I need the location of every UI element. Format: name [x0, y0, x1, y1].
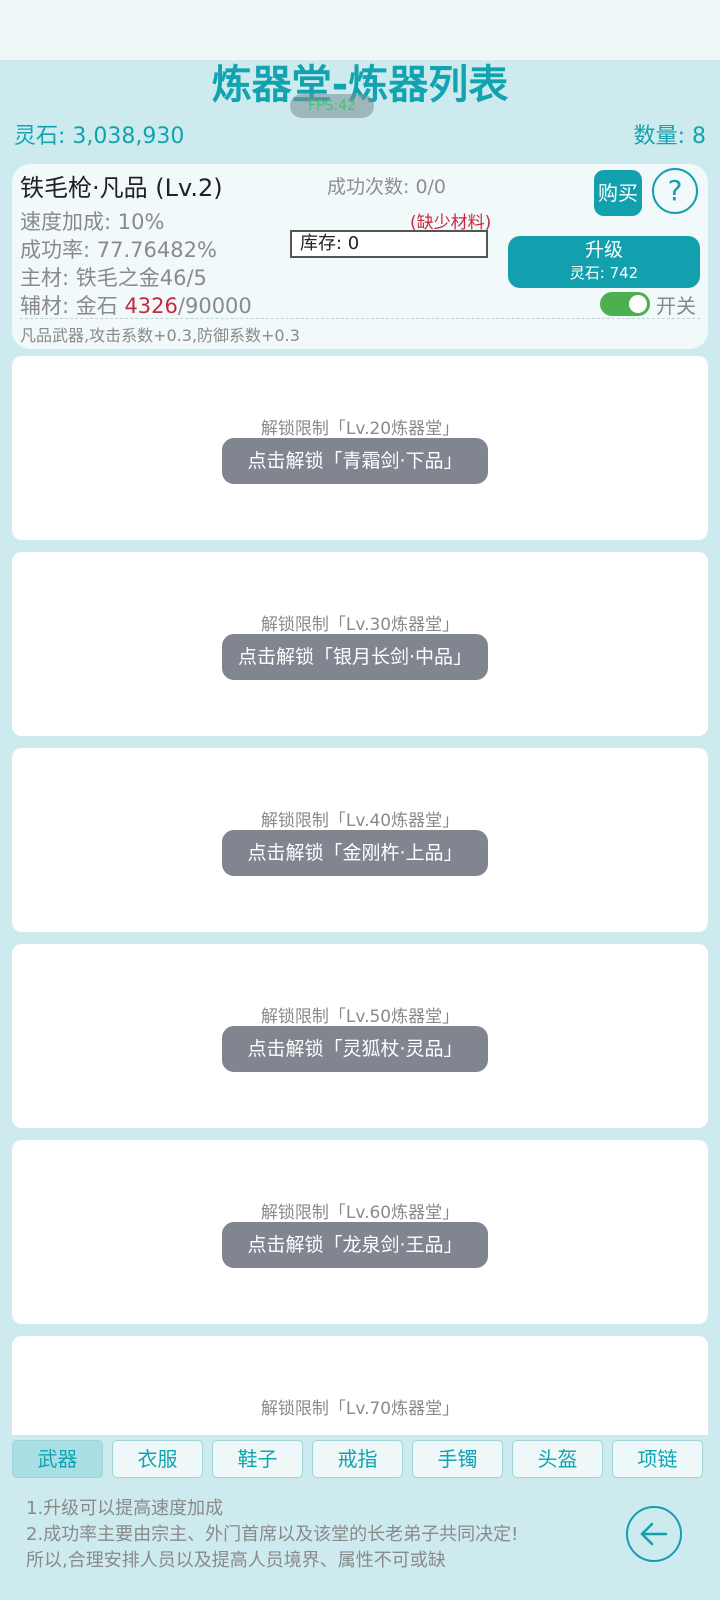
- tip-line: 所以,合理安排人员以及提高人员境界、属性不可或缺: [26, 1550, 446, 1571]
- tips: 1.升级可以提高速度加成 2.成功率主要由宗主、外门首席以及该堂的长老弟子共同决…: [26, 1496, 518, 1574]
- tab-clothes[interactable]: 衣服: [112, 1440, 203, 1478]
- toggle-knob: [629, 295, 647, 313]
- unlock-button[interactable]: 点击解锁「灵狐杖·灵品」: [222, 1026, 488, 1072]
- help-icon[interactable]: ?: [652, 168, 698, 214]
- aux-material-label: 辅材: 金石: [20, 294, 125, 318]
- upgrade-cost: 灵石: 742: [569, 264, 639, 282]
- buy-button[interactable]: 购买: [594, 170, 642, 216]
- locked-item-card: 解锁限制「Lv.70炼器堂」: [12, 1336, 708, 1435]
- tab-bracelet[interactable]: 手镯: [412, 1440, 503, 1478]
- tab-ring[interactable]: 戒指: [312, 1440, 403, 1478]
- upgrade-button[interactable]: 升级 灵石: 742: [508, 236, 700, 288]
- success-rate: 成功率: 77.76482%: [20, 238, 217, 262]
- divider: [20, 318, 700, 319]
- locked-item-card: 解锁限制「Lv.60炼器堂」 点击解锁「龙泉剑·王品」: [12, 1140, 708, 1324]
- unlock-limit: 解锁限制「Lv.30炼器堂」: [260, 615, 460, 635]
- aux-material-have: 4326: [124, 294, 178, 318]
- tab-helmet[interactable]: 头盔: [512, 1440, 603, 1478]
- main-material: 主材: 铁毛之金46/5: [20, 266, 207, 290]
- unlock-button[interactable]: 点击解锁「金刚杵·上品」: [222, 830, 488, 876]
- locked-item-card: 解锁限制「Lv.40炼器堂」 点击解锁「金刚杵·上品」: [12, 748, 708, 932]
- category-tab-bar: 武器 衣服 鞋子 戒指 手镯 头盔 项链: [12, 1440, 708, 1478]
- unlock-limit: 解锁限制「Lv.40炼器堂」: [260, 811, 460, 831]
- item-card: 铁毛枪·凡品 (Lv.2) 成功次数: 0/0 购买 ? 速度加成: 10% 成…: [12, 164, 708, 349]
- unlock-limit: 解锁限制「Lv.50炼器堂」: [260, 1007, 460, 1027]
- unlock-limit: 解锁限制「Lv.60炼器堂」: [260, 1203, 460, 1223]
- success-count: 成功次数: 0/0: [327, 176, 447, 198]
- unlock-button[interactable]: 点击解锁「银月长剑·中品」: [222, 634, 488, 680]
- locked-item-card: 解锁限制「Lv.20炼器堂」 点击解锁「青霜剑·下品」: [12, 356, 708, 540]
- tab-necklace[interactable]: 项链: [612, 1440, 703, 1478]
- arrow-left-circle-icon: [640, 1522, 668, 1546]
- toggle-label: 开关: [656, 294, 696, 318]
- back-button[interactable]: [626, 1506, 682, 1562]
- stock-field: 库存: 0: [290, 230, 488, 258]
- item-description: 凡品武器,攻击系数+0.3,防御系数+0.3: [20, 326, 300, 345]
- tip-line: 1.升级可以提高速度加成: [26, 1498, 224, 1519]
- locked-item-list[interactable]: 解锁限制「Lv.20炼器堂」 点击解锁「青霜剑·下品」 解锁限制「Lv.30炼器…: [0, 356, 720, 1435]
- locked-item-card: 解锁限制「Lv.50炼器堂」 点击解锁「灵狐杖·灵品」: [12, 944, 708, 1128]
- unlock-button[interactable]: 点击解锁「青霜剑·下品」: [222, 438, 488, 484]
- unlock-button[interactable]: 点击解锁「龙泉剑·王品」: [222, 1222, 488, 1268]
- tip-line: 2.成功率主要由宗主、外门首席以及该堂的长老弟子共同决定!: [26, 1524, 519, 1545]
- item-name: 铁毛枪·凡品 (Lv.2): [20, 174, 223, 202]
- upgrade-label: 升级: [584, 239, 623, 261]
- aux-material: 辅材: 金石 4326/90000: [20, 290, 252, 320]
- spirit-stone-total: 灵石: 3,038,930: [14, 124, 185, 149]
- locked-item-card: 解锁限制「Lv.30炼器堂」 点击解锁「银月长剑·中品」: [12, 552, 708, 736]
- status-bar: [0, 0, 720, 60]
- item-count: 数量: 8: [633, 124, 706, 149]
- tab-weapon[interactable]: 武器: [12, 1440, 103, 1478]
- speed-bonus: 速度加成: 10%: [20, 210, 165, 234]
- fps-badge: FPS:42: [290, 94, 374, 118]
- unlock-limit: 解锁限制「Lv.20炼器堂」: [260, 419, 460, 439]
- unlock-limit: 解锁限制「Lv.70炼器堂」: [260, 1399, 460, 1419]
- tab-shoes[interactable]: 鞋子: [212, 1440, 303, 1478]
- auto-toggle[interactable]: [600, 292, 650, 316]
- aux-material-need: /90000: [177, 294, 252, 318]
